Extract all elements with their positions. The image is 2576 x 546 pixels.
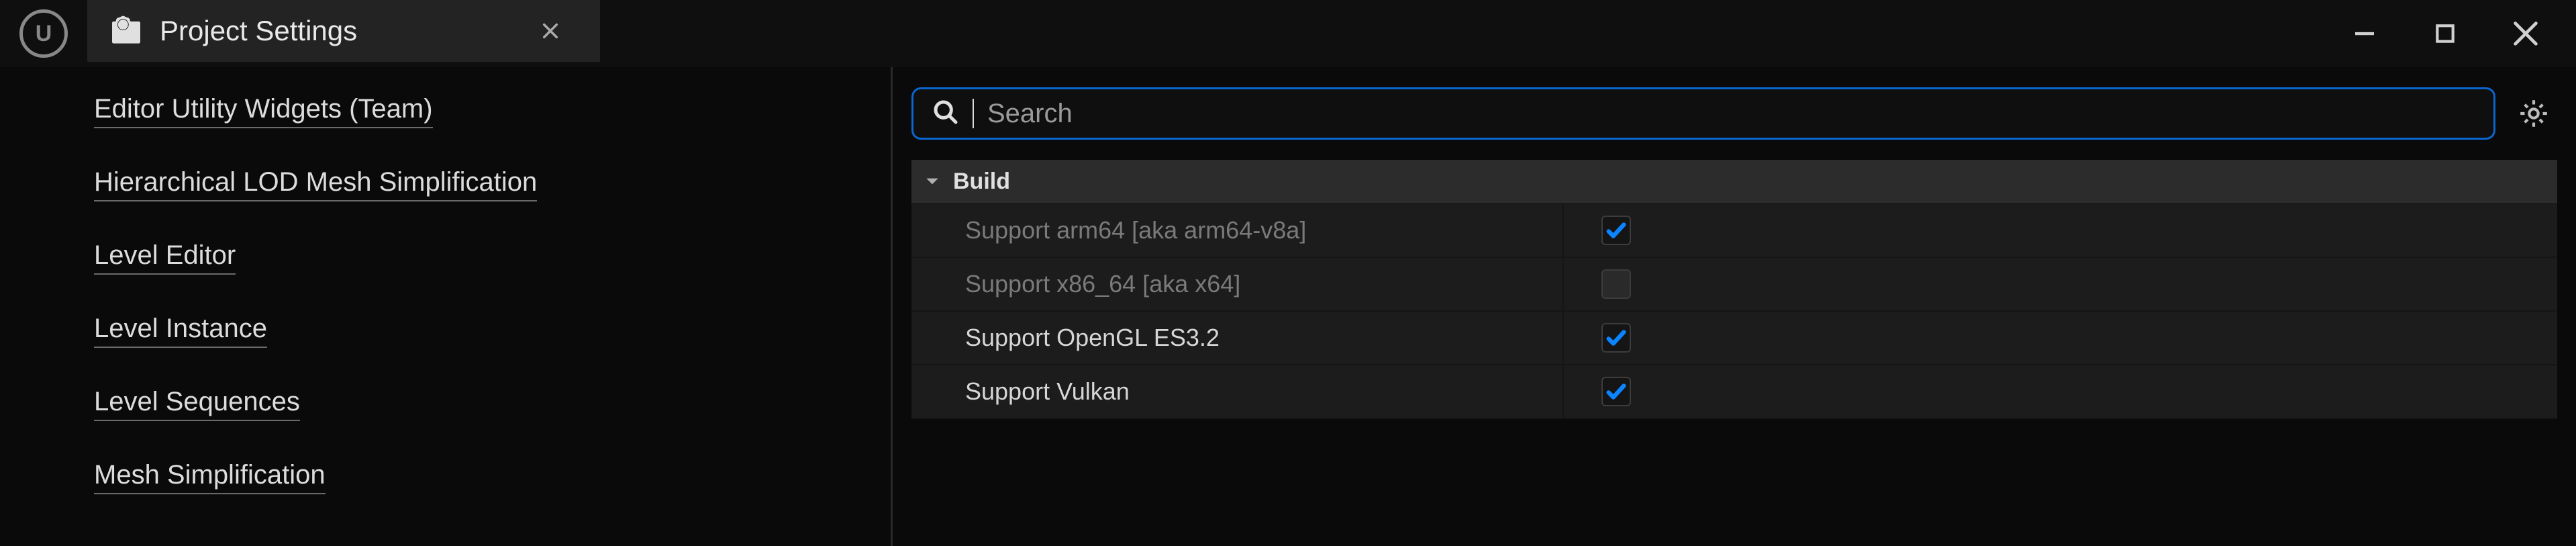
gear-box-icon xyxy=(107,12,145,50)
prop-row-support-vulkan: Support Vulkan xyxy=(911,365,2557,419)
window-close-button[interactable] xyxy=(2509,17,2542,50)
sidebar-item-level-editor[interactable]: Level Editor xyxy=(94,240,236,275)
app-logo: U xyxy=(0,0,87,67)
main-panel: Build Support arm64 [aka arm64-v8a] Supp… xyxy=(893,67,2576,546)
prop-label: Support arm64 [aka arm64-v8a] xyxy=(911,216,1563,244)
sidebar-item-level-sequences[interactable]: Level Sequences xyxy=(94,387,300,421)
prop-row-support-arm64: Support arm64 [aka arm64-v8a] xyxy=(911,204,2557,258)
maximize-button[interactable] xyxy=(2428,17,2462,50)
search-box[interactable] xyxy=(911,87,2495,140)
prop-label: Support Vulkan xyxy=(911,377,1563,406)
window-controls xyxy=(2348,0,2576,67)
text-cursor xyxy=(973,99,974,128)
checkbox-support-vulkan[interactable] xyxy=(1601,377,1631,406)
search-input[interactable] xyxy=(987,99,2475,129)
sidebar: Editor Utility Widgets (Team) Hierarchic… xyxy=(0,67,893,546)
titlebar: U Project Settings xyxy=(0,0,2576,67)
minimize-button[interactable] xyxy=(2348,17,2381,50)
sidebar-item-level-instance[interactable]: Level Instance xyxy=(94,314,267,348)
section-header-build[interactable]: Build xyxy=(911,160,2557,204)
content: Editor Utility Widgets (Team) Hierarchic… xyxy=(0,67,2576,546)
prop-row-support-x86-64: Support x86_64 [aka x64] xyxy=(911,258,2557,312)
prop-label: Support OpenGL ES3.2 xyxy=(911,324,1563,352)
tab-project-settings[interactable]: Project Settings xyxy=(87,0,600,62)
chevron-down-icon xyxy=(924,173,941,190)
prop-row-support-opengl: Support OpenGL ES3.2 xyxy=(911,312,2557,365)
close-icon[interactable] xyxy=(534,15,566,47)
sidebar-item-editor-utility-widgets[interactable]: Editor Utility Widgets (Team) xyxy=(94,94,433,128)
sidebar-item-mesh-simplification[interactable]: Mesh Simplification xyxy=(94,460,326,494)
settings-gear-button[interactable] xyxy=(2510,90,2557,137)
sidebar-item-hierarchical-lod[interactable]: Hierarchical LOD Mesh Simplification xyxy=(94,167,537,201)
checkbox-support-x86-64[interactable] xyxy=(1601,269,1631,299)
checkbox-support-arm64[interactable] xyxy=(1601,216,1631,245)
search-icon xyxy=(932,99,959,129)
checkbox-support-opengl[interactable] xyxy=(1601,323,1631,353)
search-row xyxy=(911,87,2557,140)
section-header-label: Build xyxy=(953,169,1010,195)
tab-title: Project Settings xyxy=(160,15,357,47)
ue-logo-icon: U xyxy=(19,9,68,58)
prop-label: Support x86_64 [aka x64] xyxy=(911,270,1563,298)
